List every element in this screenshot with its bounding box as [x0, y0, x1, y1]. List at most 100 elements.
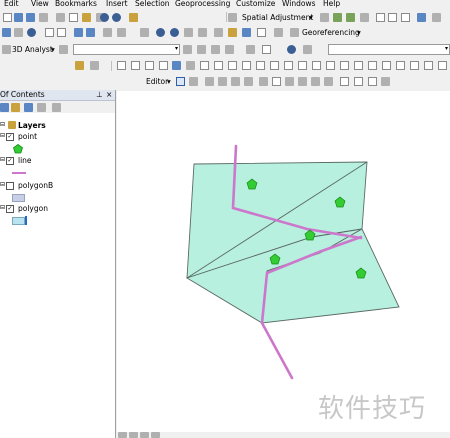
error-icon[interactable]: [354, 61, 363, 70]
topology-icon[interactable]: [117, 61, 126, 70]
toolbar-options-icon[interactable]: [432, 13, 441, 22]
trace-icon[interactable]: [231, 77, 240, 86]
fixed-zoom-in-icon[interactable]: [45, 28, 54, 37]
layout-view-icon[interactable]: [129, 432, 138, 438]
add-data-icon[interactable]: [129, 13, 138, 22]
clear-limited-adjustment-icon[interactable]: [401, 13, 410, 22]
map-canvas[interactable]: [117, 91, 450, 435]
error-inspector-icon[interactable]: [214, 61, 223, 70]
build-polygons-icon[interactable]: [298, 61, 307, 70]
pan-icon[interactable]: [14, 28, 23, 37]
topology-edit-icon[interactable]: [145, 61, 154, 70]
list-by-drawing-order-icon[interactable]: [0, 103, 9, 112]
split-polygons-icon[interactable]: [312, 61, 321, 70]
layer-name-point[interactable]: point: [18, 132, 37, 141]
attributes-icon[interactable]: [324, 77, 333, 86]
planarize-icon[interactable]: [326, 61, 335, 70]
menu-selection[interactable]: Selection: [135, 0, 170, 8]
sketch-properties-icon[interactable]: [340, 77, 349, 86]
layer-visibility-checkbox[interactable]: ✓: [6, 205, 14, 213]
summary-icon[interactable]: [410, 61, 419, 70]
menu-customize[interactable]: Customize: [236, 0, 275, 8]
print-icon[interactable]: [39, 13, 48, 22]
clear-selection-icon[interactable]: [117, 28, 126, 37]
close-icon[interactable]: [381, 77, 390, 86]
select-elements-arrow-icon[interactable]: [140, 28, 149, 37]
snapping-icon[interactable]: [90, 61, 99, 70]
cut-polygons-icon[interactable]: [285, 77, 294, 86]
menu-bookmarks[interactable]: Bookmarks: [55, 0, 97, 8]
layer-visibility-checkbox[interactable]: ✓: [6, 133, 14, 141]
fix-error-icon[interactable]: [200, 61, 209, 70]
menu-view[interactable]: View: [31, 0, 49, 8]
pin-icon[interactable]: ⊥: [96, 90, 103, 99]
globe-icon[interactable]: [287, 45, 296, 54]
editor-options-icon[interactable]: [368, 77, 377, 86]
rotate-icon[interactable]: [311, 77, 320, 86]
catalog-icon[interactable]: [228, 28, 237, 37]
dropdown-arrow-icon-4[interactable]: ▾: [167, 77, 171, 86]
profile-graph-icon[interactable]: [225, 45, 234, 54]
3d-analyst-menu[interactable]: 3D Analyst: [12, 45, 53, 54]
validate-icon[interactable]: [186, 61, 195, 70]
view-link-table-icon[interactable]: [417, 13, 426, 22]
clear-exception-icon[interactable]: [396, 61, 405, 70]
spatial-adjustment-menu[interactable]: Spatial Adjustment: [242, 13, 313, 22]
edit-tool-icon[interactable]: [75, 61, 84, 70]
interpolate-point-icon[interactable]: [246, 45, 255, 54]
binoculars-icon[interactable]: [214, 28, 223, 37]
redo-icon[interactable]: [112, 13, 121, 22]
dropdown-arrow-icon-3[interactable]: ▾: [51, 45, 55, 54]
zoom-in-icon[interactable]: [2, 28, 11, 37]
layer-combo[interactable]: ▾: [73, 44, 180, 55]
list-by-selection-icon[interactable]: [37, 103, 46, 112]
close-icon[interactable]: ×: [106, 90, 112, 99]
straight-segment-icon[interactable]: [205, 77, 214, 86]
construct-features-icon[interactable]: [172, 61, 181, 70]
interpolate-icon[interactable]: [59, 45, 68, 54]
new-document-icon[interactable]: [3, 13, 12, 22]
new-identity-link-icon[interactable]: [376, 13, 385, 22]
new-limited-adjustment-icon[interactable]: [388, 13, 397, 22]
modify-edge-icon[interactable]: [242, 61, 251, 70]
layer-name-polygon[interactable]: polygon: [18, 204, 48, 213]
menu-windows[interactable]: Windows: [282, 0, 315, 8]
forward-icon[interactable]: [86, 28, 95, 37]
split-icon[interactable]: [298, 77, 307, 86]
topology-rules-icon[interactable]: [340, 61, 349, 70]
find-icon[interactable]: [170, 28, 179, 37]
inspect-icon[interactable]: [424, 61, 433, 70]
select-elements-icon[interactable]: [320, 13, 329, 22]
add-features-icon[interactable]: [262, 45, 271, 54]
dropdown-small-icon[interactable]: [274, 28, 283, 37]
shared-features-icon[interactable]: [159, 61, 168, 70]
line-of-sight-icon[interactable]: [211, 45, 220, 54]
menu-geoprocessing[interactable]: Geoprocessing: [175, 0, 230, 8]
dropdown-arrow-icon-2[interactable]: ▾: [357, 28, 361, 37]
menu-help[interactable]: Help: [323, 0, 340, 8]
generalize-edge-icon[interactable]: [270, 61, 279, 70]
layer-visibility-checkbox[interactable]: ✓: [6, 157, 14, 165]
back-icon[interactable]: [74, 28, 83, 37]
fixed-zoom-out-icon[interactable]: [57, 28, 66, 37]
dropdown-arrow-icon[interactable]: ▾: [309, 13, 313, 22]
map-topology-icon[interactable]: [131, 61, 140, 70]
georef-layer-combo[interactable]: ▾: [328, 44, 450, 55]
collapse-icon[interactable]: ⊟: [0, 121, 5, 128]
pause-drawing-icon[interactable]: [151, 432, 160, 438]
more-tools-icon[interactable]: [438, 61, 447, 70]
contour-icon[interactable]: [183, 45, 192, 54]
steepest-path-icon[interactable]: [197, 45, 206, 54]
list-by-visibility-icon[interactable]: [24, 103, 33, 112]
edit-tool-arrow-icon[interactable]: [176, 77, 185, 86]
map-display[interactable]: [117, 91, 450, 435]
collapse-icon[interactable]: ⊟: [0, 156, 5, 163]
select-features-icon[interactable]: [103, 28, 112, 37]
align-edge-icon[interactable]: [256, 61, 265, 70]
layer-name-line[interactable]: line: [18, 156, 32, 165]
data-view-icon[interactable]: [118, 432, 127, 438]
copy-icon[interactable]: [69, 13, 78, 22]
reshape-icon[interactable]: [272, 77, 281, 86]
hyperlink-icon[interactable]: [198, 28, 207, 37]
modify-link-icon[interactable]: [346, 13, 355, 22]
